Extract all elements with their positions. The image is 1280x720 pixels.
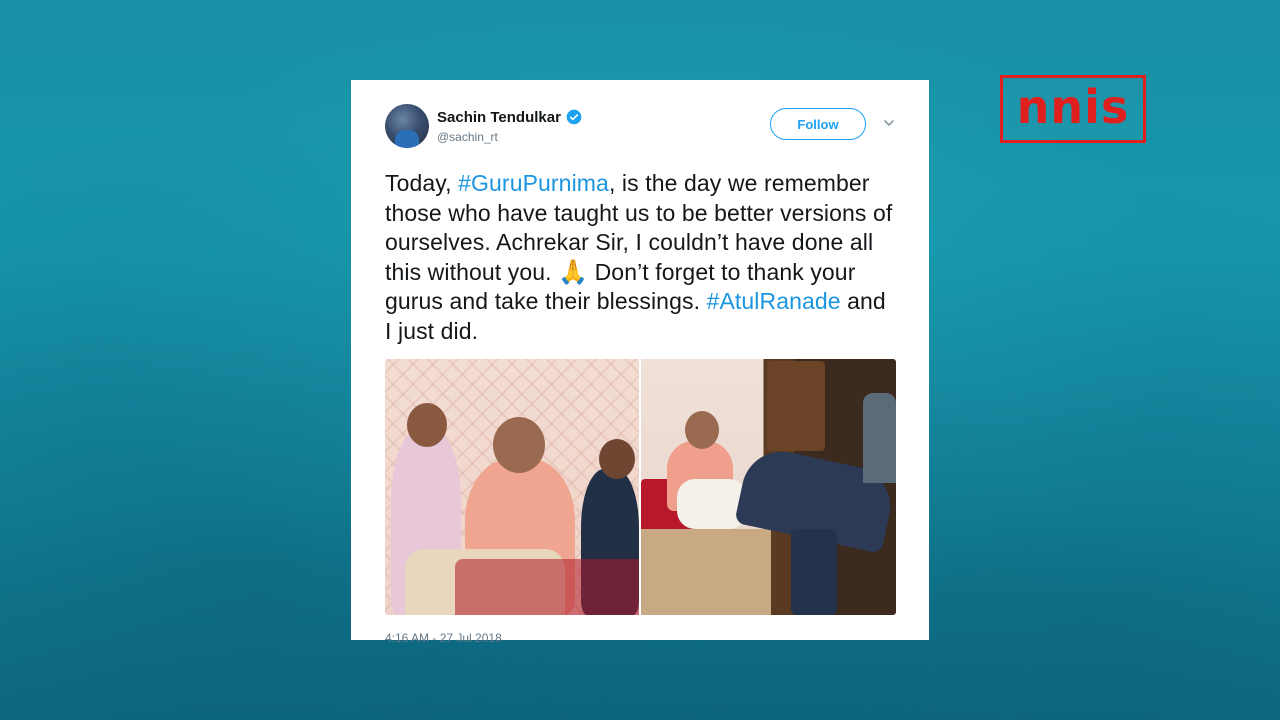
photo-figure [685, 411, 719, 449]
photo-figure [641, 529, 771, 615]
photo-figure [407, 403, 447, 447]
tweet-photos [385, 359, 896, 615]
hashtag-link-gurupurnima[interactable]: #GuruPurnima [458, 170, 609, 196]
tweet-timestamp[interactable]: 4:16 AM - 27 Jul 2018 [385, 631, 896, 645]
author-handle[interactable]: @sachin_rt [437, 130, 582, 144]
photo-figure [863, 393, 896, 483]
author-display-name[interactable]: Sachin Tendulkar [437, 109, 561, 126]
display-name-row: Sachin Tendulkar [437, 109, 582, 126]
chevron-down-icon[interactable] [882, 116, 896, 130]
hashtag-link-atulranade[interactable]: #AtulRanade [707, 288, 841, 314]
photo-figure [455, 559, 639, 615]
tweet-header: Sachin Tendulkar @sachin_rt Follow [385, 102, 896, 150]
tweet-text-segment: Today, [385, 170, 459, 196]
tweet-photo-1[interactable] [385, 359, 639, 615]
brand-logo: nnis [1000, 75, 1146, 143]
follow-button[interactable]: Follow [770, 108, 866, 140]
brand-logo-text: nnis [1016, 80, 1130, 134]
author-names: Sachin Tendulkar @sachin_rt [437, 109, 582, 144]
photo-figure [791, 529, 837, 615]
photo-figure [599, 439, 635, 479]
tweet-card: Sachin Tendulkar @sachin_rt Follow Today… [351, 80, 929, 645]
verified-badge-icon [566, 109, 582, 125]
avatar[interactable] [385, 104, 429, 148]
tweet-text: Today, #GuruPurnima, is the day we remem… [385, 169, 896, 346]
photo-figure [677, 479, 747, 529]
photo-figure [493, 417, 545, 473]
folded-hands-emoji-icon: 🙏 [558, 258, 589, 286]
tweet-photo-2[interactable] [641, 359, 896, 615]
photo-figure [767, 361, 825, 451]
